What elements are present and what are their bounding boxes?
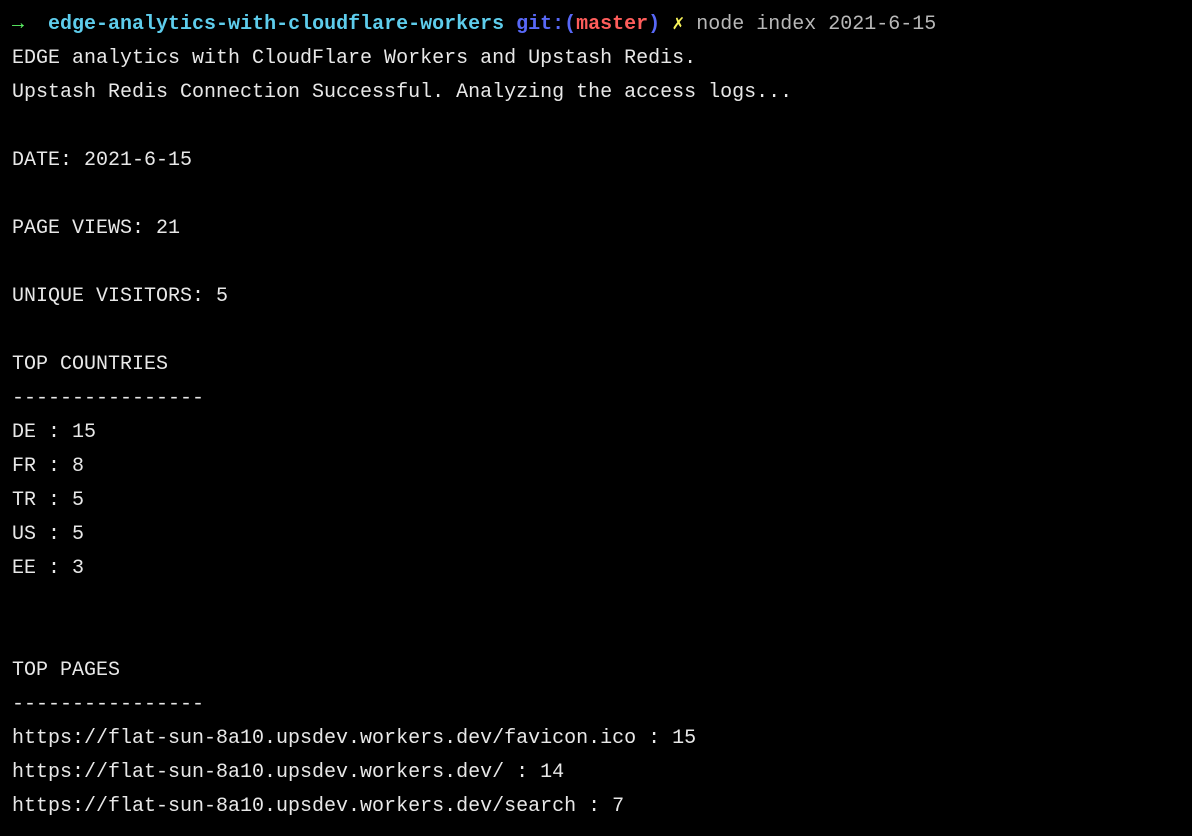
prompt-directory: edge-analytics-with-cloudflare-workers	[48, 13, 504, 36]
unique-visitors-value: 5	[216, 285, 228, 308]
prompt-branch: master	[576, 13, 648, 36]
page-row: https://flat-sun-8a10.upsdev.workers.dev…	[12, 756, 1180, 790]
output-date: DATE: 2021-6-15	[12, 144, 1180, 178]
prompt-paren-open: (	[564, 13, 576, 36]
unique-visitors-label: UNIQUE VISITORS:	[12, 285, 216, 308]
top-countries-header: TOP COUNTRIES	[12, 348, 1180, 382]
blank-line	[12, 314, 1180, 348]
blank-line	[12, 620, 1180, 654]
date-value: 2021-6-15	[84, 149, 192, 172]
prompt-git-label: git:	[516, 13, 564, 36]
pageviews-label: PAGE VIEWS:	[12, 217, 156, 240]
blank-line	[12, 246, 1180, 280]
output-line-intro1: EDGE analytics with CloudFlare Workers a…	[12, 42, 1180, 76]
country-row: FR : 8	[12, 450, 1180, 484]
page-row: https://flat-sun-8a10.upsdev.workers.dev…	[12, 790, 1180, 824]
output-unique-visitors: UNIQUE VISITORS: 5	[12, 280, 1180, 314]
blank-line	[12, 178, 1180, 212]
blank-line	[12, 586, 1180, 620]
prompt-paren-close: )	[648, 13, 660, 36]
page-row: https://flat-sun-8a10.upsdev.workers.dev…	[12, 722, 1180, 756]
prompt-dirty-icon: ✗	[672, 13, 684, 36]
top-countries-divider: ----------------	[12, 382, 1180, 416]
prompt-arrow-icon: →	[12, 13, 24, 36]
blank-line	[12, 110, 1180, 144]
country-row: TR : 5	[12, 484, 1180, 518]
top-pages-header: TOP PAGES	[12, 654, 1180, 688]
country-row: EE : 3	[12, 552, 1180, 586]
top-pages-divider: ----------------	[12, 688, 1180, 722]
output-pageviews: PAGE VIEWS: 21	[12, 212, 1180, 246]
country-row: DE : 15	[12, 416, 1180, 450]
shell-prompt[interactable]: → edge-analytics-with-cloudflare-workers…	[12, 8, 1180, 42]
output-line-intro2: Upstash Redis Connection Successful. Ana…	[12, 76, 1180, 110]
prompt-command: node index 2021-6-15	[696, 13, 936, 36]
country-row: US : 5	[12, 518, 1180, 552]
date-label: DATE:	[12, 149, 84, 172]
pageviews-value: 21	[156, 217, 180, 240]
